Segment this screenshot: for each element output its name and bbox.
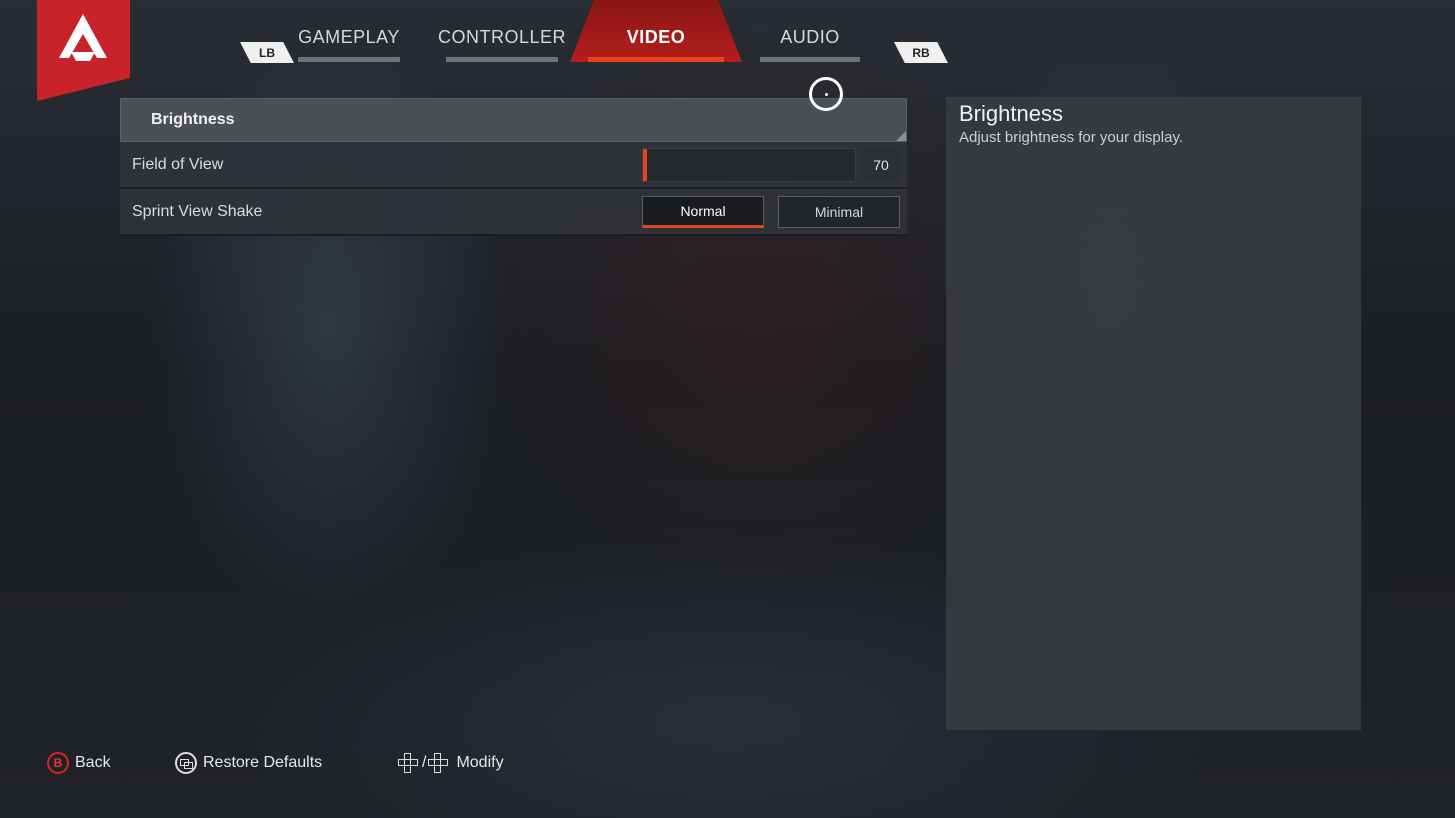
separator: / — [422, 754, 427, 771]
setting-label: Brightness — [151, 111, 235, 128]
settings-list: Brightness Field of View 70 Sprint View … — [120, 98, 907, 236]
modify-button[interactable]: / Modify — [398, 750, 504, 776]
back-label: Back — [75, 754, 111, 771]
description-title: Brightness — [959, 101, 1063, 126]
tab-underline — [446, 57, 558, 62]
restore-defaults-button[interactable]: Restore Defaults — [175, 750, 322, 776]
tab-controller[interactable]: CONTROLLER — [428, 0, 576, 62]
tab-audio[interactable]: AUDIO — [742, 0, 878, 62]
corner-marker — [896, 131, 906, 141]
modify-label: Modify — [456, 754, 504, 771]
dpad-icon — [428, 753, 449, 773]
option-minimal[interactable]: Minimal — [778, 196, 900, 228]
tab-underline — [760, 57, 860, 62]
fov-value: 70 — [862, 148, 900, 182]
option-normal[interactable]: Normal — [642, 196, 764, 228]
setting-label: Sprint View Shake — [132, 202, 263, 220]
setting-label: Field of View — [132, 155, 224, 173]
fov-slider-handle[interactable] — [643, 149, 647, 181]
fov-slider[interactable] — [642, 148, 856, 182]
back-button[interactable]: B Back — [47, 750, 111, 776]
tab-underline-active — [588, 57, 724, 62]
description-panel: Brightness Adjust brightness for your di… — [946, 97, 1361, 730]
b-button-icon: B — [47, 752, 69, 774]
restore-label: Restore Defaults — [203, 754, 323, 771]
setting-field-of-view[interactable]: Field of View 70 — [120, 142, 907, 189]
cursor-reticle-icon — [809, 77, 843, 111]
tab-gameplay[interactable]: GAMEPLAY — [280, 0, 418, 62]
dpad-icon — [398, 753, 418, 773]
setting-sprint-view-shake: Sprint View Shake Normal Minimal — [120, 189, 907, 236]
view-button-icon — [175, 752, 197, 774]
description-text: Adjust brightness for your display. — [959, 129, 1183, 146]
tab-underline — [298, 57, 400, 62]
tab-video[interactable]: VIDEO — [570, 0, 742, 62]
apex-logo-icon — [37, 0, 130, 101]
setting-brightness[interactable]: Brightness — [120, 98, 907, 142]
